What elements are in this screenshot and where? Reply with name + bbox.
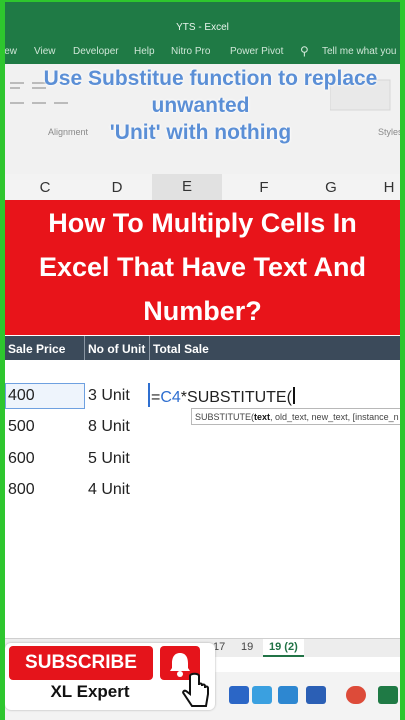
store-icon[interactable] bbox=[306, 686, 326, 704]
cell-sale-price[interactable]: 500 bbox=[8, 418, 35, 436]
column-header-e[interactable]: E bbox=[152, 174, 222, 202]
tooltip-arg-text: text bbox=[254, 412, 271, 422]
cell-no-of-unit[interactable]: 4 Unit bbox=[88, 481, 130, 499]
tab-power-pivot[interactable]: Power Pivot bbox=[230, 46, 283, 57]
tab-review[interactable]: iew bbox=[2, 46, 17, 57]
formula-function: *SUBSTITUTE( bbox=[180, 389, 292, 406]
mail-icon[interactable] bbox=[229, 686, 249, 704]
banner-line-2: Excel That Have Text And bbox=[38, 252, 367, 282]
cell-sale-price[interactable]: 400 bbox=[8, 387, 35, 405]
channel-name: XL Expert bbox=[50, 682, 130, 701]
header-divider bbox=[84, 336, 85, 360]
hand-cursor-icon bbox=[182, 672, 209, 707]
tell-me-search[interactable]: Tell me what you bbox=[322, 46, 396, 57]
banner-line-1: How To Multiply Cells In bbox=[48, 208, 357, 238]
tooltip-function[interactable]: SUBSTITUTE( bbox=[195, 412, 254, 422]
excel-icon[interactable] bbox=[378, 686, 398, 704]
formula-equals: = bbox=[151, 389, 161, 406]
cell-no-of-unit[interactable]: 3 Unit bbox=[88, 387, 130, 405]
column-header-d[interactable]: D bbox=[82, 179, 152, 196]
lightbulb-icon: ⚲ bbox=[300, 44, 309, 58]
column-header-f[interactable]: F bbox=[229, 179, 299, 196]
tab-developer[interactable]: Developer bbox=[73, 46, 119, 57]
edit-cell-border bbox=[148, 383, 150, 407]
ribbon-tabs: iew View Developer Help Nitro Pro Power … bbox=[0, 40, 405, 64]
caption-line-3: 'Unit' with nothing bbox=[109, 121, 292, 144]
tab-help[interactable]: Help bbox=[134, 46, 155, 57]
chrome-icon[interactable] bbox=[346, 686, 366, 704]
title-banner: How To Multiply Cells In Excel That Have… bbox=[5, 200, 400, 335]
header-sale-price[interactable]: Sale Price bbox=[8, 342, 65, 356]
header-divider bbox=[149, 336, 150, 360]
window-title-bar: YTS - Excel bbox=[0, 0, 405, 40]
cell-sale-price[interactable]: 600 bbox=[8, 450, 35, 468]
cell-no-of-unit[interactable]: 5 Unit bbox=[88, 450, 130, 468]
window-title: YTS - Excel bbox=[176, 22, 229, 33]
edge-icon[interactable] bbox=[252, 686, 272, 704]
sheet-tab-19-2[interactable]: 19 (2) bbox=[263, 639, 304, 657]
table-header-row: Sale Price No of Unit Total Sale bbox=[5, 336, 400, 360]
text-cursor bbox=[292, 387, 295, 404]
sheet-tab-19[interactable]: 19 bbox=[241, 641, 253, 653]
banner-line-3: Number? bbox=[143, 296, 262, 326]
column-header-c[interactable]: C bbox=[10, 179, 80, 196]
formula-entry-e4[interactable]: =C4*SUBSTITUTE( bbox=[151, 387, 295, 407]
header-total-sale[interactable]: Total Sale bbox=[153, 342, 209, 356]
tab-nitro-pro[interactable]: Nitro Pro bbox=[171, 46, 210, 57]
tooltip-args: , old_text, new_text, [instance_n bbox=[270, 412, 399, 422]
caption-line-1: Use Substitue function to replace bbox=[43, 67, 378, 90]
formula-ref-c4: C4 bbox=[160, 389, 181, 406]
column-header-h[interactable]: H bbox=[354, 179, 405, 196]
cell-sale-price[interactable]: 800 bbox=[8, 481, 35, 499]
column-headers: C D E F G H bbox=[0, 174, 405, 202]
header-no-of-unit[interactable]: No of Unit bbox=[88, 342, 145, 356]
monitor-icon[interactable] bbox=[278, 686, 298, 704]
cell-no-of-unit[interactable]: 8 Unit bbox=[88, 418, 130, 436]
subscribe-button[interactable]: SUBSCRIBE bbox=[9, 646, 153, 680]
tab-view[interactable]: View bbox=[34, 46, 56, 57]
function-tooltip: SUBSTITUTE(text, old_text, new_text, [in… bbox=[191, 408, 405, 425]
caption-line-2: unwanted bbox=[151, 94, 250, 117]
